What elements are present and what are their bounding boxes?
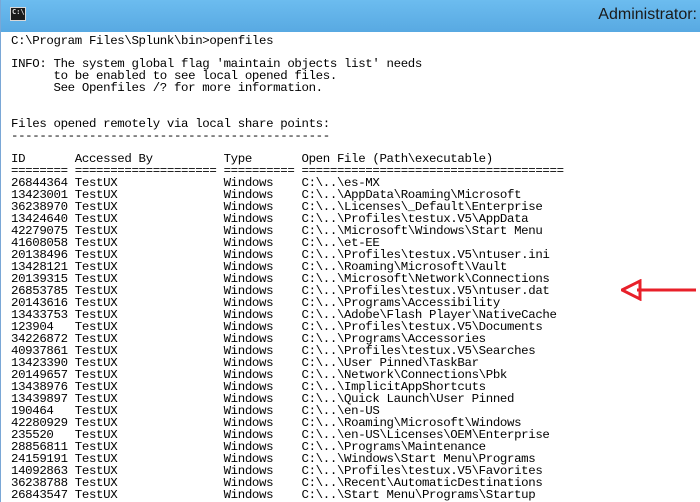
console-window: C:\ Administrator: C:\Program Files\Splu… <box>0 0 700 502</box>
command-prompt-icon-glyph: C:\ <box>12 8 25 16</box>
console-output[interactable]: C:\Program Files\Splunk\bin>openfiles IN… <box>5 32 700 502</box>
command-prompt-icon[interactable]: C:\ <box>10 7 26 21</box>
section-rule: ----------------------------------------… <box>11 129 330 143</box>
open-file-row: 26843547 TestUX Windows C:\..\Start Menu… <box>11 488 536 502</box>
red-arrow-annotation <box>621 279 696 301</box>
window-title: Administrator: <box>598 6 697 23</box>
info-line-3: See Openfiles /? for more information. <box>11 81 324 95</box>
open-files-list: 26844364 TestUX Windows C:\..\es-MX 13423… <box>11 177 564 501</box>
command-line: C:\Program Files\Splunk\bin>openfiles <box>11 34 274 48</box>
title-bar[interactable]: C:\ Administrator: <box>1 0 700 32</box>
